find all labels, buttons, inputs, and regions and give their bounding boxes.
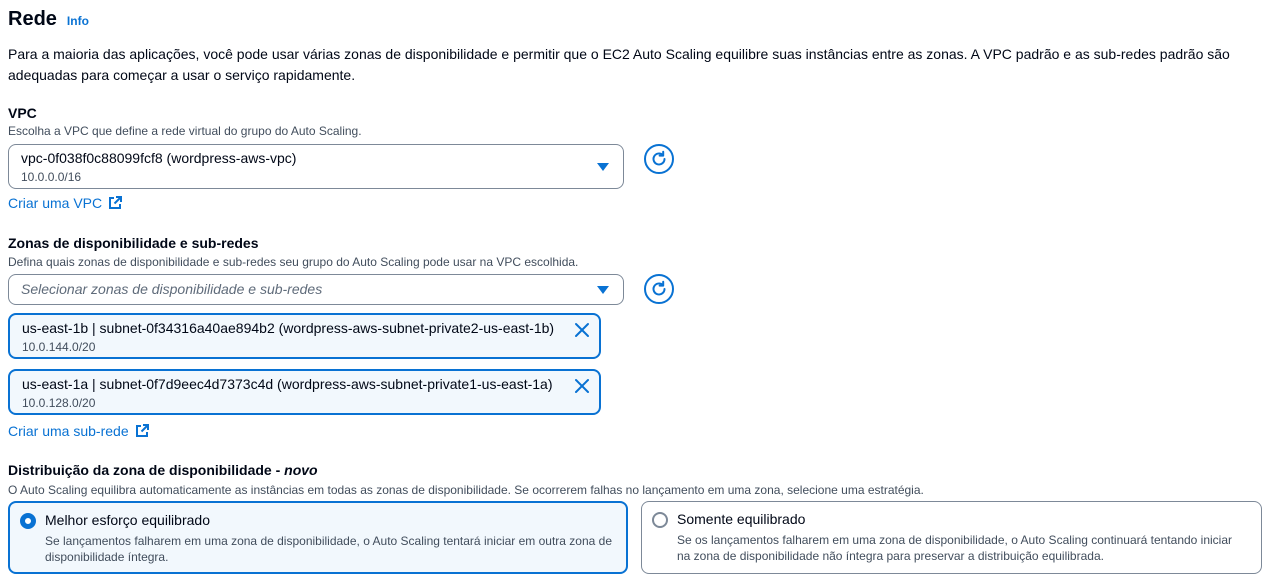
section-header: Rede Info — [8, 8, 89, 31]
create-subnet-link[interactable]: Criar uma sub-rede — [8, 423, 149, 439]
subnet-token-cidr: 10.0.144.0/20 — [22, 340, 96, 354]
subnets-hint: Defina quais zonas de disponibilidade e … — [8, 255, 579, 269]
subnet-token-cidr: 10.0.128.0/20 — [22, 396, 96, 410]
create-subnet-link-label: Criar uma sub-rede — [8, 423, 129, 439]
vpc-select[interactable]: vpc-0f038f0c88099fcf8 (wordpress-aws-vpc… — [8, 144, 624, 189]
radio-unselected[interactable] — [652, 512, 668, 528]
distribution-new-tag: novo — [284, 462, 318, 478]
distribution-label: Distribuição da zona de disponibilidade … — [8, 462, 318, 478]
subnets-label: Zonas de disponibilidade e sub-redes — [8, 235, 259, 251]
distribution-label-text: Distribuição da zona de disponibilidade … — [8, 462, 285, 478]
chevron-down-icon — [597, 163, 609, 171]
chevron-down-icon — [597, 286, 609, 294]
section-description: Para a maioria das aplicações, você pode… — [8, 46, 1230, 83]
subnets-refresh-button[interactable] — [644, 274, 674, 304]
subnet-token: us-east-1b | subnet-0f34316a40ae894b2 (w… — [8, 313, 601, 359]
refresh-icon — [652, 150, 666, 166]
option-balanced-only[interactable]: Somente equilibrado Se os lançamentos fa… — [641, 501, 1262, 574]
option-description: Se os lançamentos falharem em uma zona d… — [677, 533, 1233, 563]
refresh-icon — [652, 280, 666, 296]
vpc-label: VPC — [8, 105, 37, 121]
close-icon[interactable] — [573, 377, 591, 395]
subnets-placeholder: Selecionar zonas de disponibilidade e su… — [21, 281, 323, 297]
subnet-token: us-east-1a | subnet-0f7d9eec4d7373c4d (w… — [8, 369, 601, 415]
option-label: Melhor esforço equilibrado — [45, 512, 210, 528]
vpc-hint: Escolha a VPC que define a rede virtual … — [8, 124, 362, 138]
vpc-refresh-button[interactable] — [644, 144, 674, 174]
create-vpc-link[interactable]: Criar uma VPC — [8, 195, 123, 211]
subnet-token-label: us-east-1a | subnet-0f7d9eec4d7373c4d (w… — [22, 376, 553, 392]
option-label: Somente equilibrado — [677, 511, 806, 527]
distribution-hint: O Auto Scaling equilibra automaticamente… — [8, 483, 924, 497]
vpc-selected-value: vpc-0f038f0c88099fcf8 (wordpress-aws-vpc… — [21, 150, 297, 166]
external-link-icon — [135, 424, 149, 437]
vpc-selected-cidr: 10.0.0.0/16 — [21, 170, 82, 184]
option-balanced-best-effort[interactable]: Melhor esforço equilibrado Se lançamento… — [8, 501, 628, 574]
external-link-icon — [109, 196, 123, 209]
subnets-select[interactable]: Selecionar zonas de disponibilidade e su… — [8, 274, 624, 305]
subnet-token-label: us-east-1b | subnet-0f34316a40ae894b2 (w… — [22, 320, 555, 336]
info-link[interactable]: Info — [67, 14, 89, 28]
section-title: Rede — [8, 8, 57, 30]
close-icon[interactable] — [573, 321, 591, 339]
option-description: Se lançamentos falharem em uma zona de d… — [45, 534, 613, 564]
radio-selected[interactable] — [20, 513, 36, 529]
create-vpc-link-label: Criar uma VPC — [8, 195, 103, 211]
